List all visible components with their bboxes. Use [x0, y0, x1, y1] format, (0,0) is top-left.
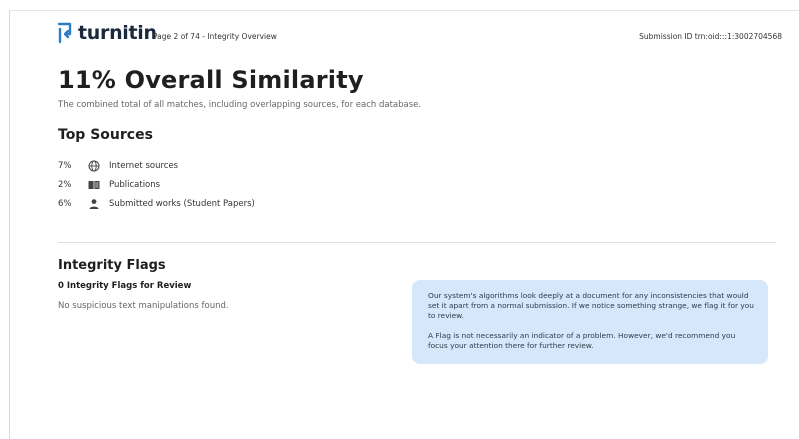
- globe-icon: [88, 160, 100, 172]
- overall-similarity-subtitle: The combined total of all matches, inclu…: [58, 100, 422, 110]
- source-percent: 2%: [58, 179, 72, 190]
- top-sources-heading: Top Sources: [58, 127, 153, 143]
- turnitin-logo: turnitin: [56, 22, 157, 44]
- logo-wordmark: turnitin: [78, 22, 157, 44]
- overall-similarity-title: 11% Overall Similarity: [58, 66, 364, 94]
- book-icon: [88, 179, 100, 191]
- submission-id: Submission ID trn:oid:::1:3002704568: [639, 32, 782, 41]
- integrity-flags-none: No suspicious text manipulations found.: [58, 301, 229, 311]
- report-header: turnitin Page 2 of 74 - Integrity Overvi…: [56, 22, 786, 52]
- section-divider: [58, 242, 776, 243]
- person-icon: [88, 198, 100, 210]
- source-row-publications: 2% Publications: [58, 175, 255, 194]
- turnitin-logo-icon: [56, 22, 74, 44]
- integrity-flags-heading: Integrity Flags: [58, 258, 166, 273]
- source-label: Submitted works (Student Papers): [109, 198, 255, 209]
- source-percent: 7%: [58, 160, 72, 171]
- integrity-flags-info-box: Our system's algorithms look deeply at a…: [412, 280, 768, 364]
- page-top-edge: [9, 10, 799, 11]
- page-label: Page 2 of 74 - Integrity Overview: [153, 32, 277, 41]
- integrity-flags-count: 0 Integrity Flags for Review: [58, 281, 192, 291]
- source-label: Publications: [109, 179, 161, 190]
- source-label: Internet sources: [109, 160, 179, 171]
- source-row-submitted-works: 6% Submitted works (Student Papers): [58, 194, 255, 213]
- info-paragraph: A Flag is not necessarily an indicator o…: [428, 330, 736, 350]
- source-row-internet: 7% Internet sources: [58, 156, 255, 175]
- source-percent: 6%: [58, 198, 72, 209]
- info-paragraph: Our system's algorithms look deeply at a…: [428, 291, 754, 321]
- page-left-edge: [9, 10, 10, 439]
- top-sources-list: 7% Internet sources 2% Publications 6% S…: [58, 156, 255, 213]
